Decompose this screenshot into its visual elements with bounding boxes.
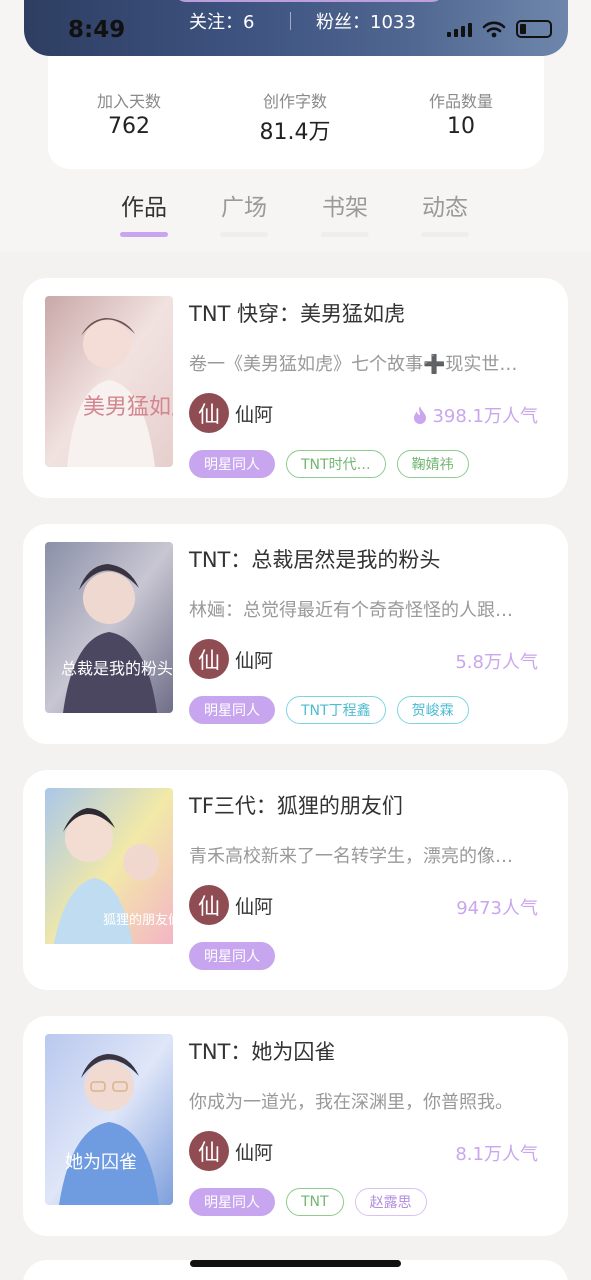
stat-label: 作品数量: [428, 92, 493, 111]
tag-list: 明星同人 TNT 赵露思: [189, 1188, 427, 1216]
tab-bookshelf[interactable]: 书架: [315, 188, 375, 237]
tab-indicator: [321, 232, 369, 237]
avatar[interactable]: 仙: [189, 393, 229, 433]
tag[interactable]: TNT: [286, 1188, 344, 1216]
tag-list: 明星同人 TNT丁程鑫 贺峻霖: [189, 696, 469, 724]
book-title[interactable]: TNT：总裁居然是我的粉头: [189, 544, 440, 574]
tag[interactable]: 明星同人: [189, 696, 275, 724]
book-card[interactable]: 狐狸的朋友们 TF三代：狐狸的朋友们 青禾高校新来了一名转学生，漂亮的像… 仙 …: [23, 770, 568, 990]
flame-icon: [414, 406, 427, 424]
tag[interactable]: 明星同人: [189, 942, 275, 970]
tab-indicator: [421, 232, 469, 237]
stat-join-days: 加入天数 762: [49, 88, 209, 139]
avatar[interactable]: 仙: [189, 885, 229, 925]
tag[interactable]: 贺峻霖: [396, 696, 469, 724]
signal-icon: [447, 21, 472, 37]
book-card[interactable]: 她为囚雀 TNT：她为囚雀 你成为一道光，我在深渊里，你普照我。 仙 仙阿 8.…: [23, 1016, 568, 1236]
cover-title: 美男猛如虎: [83, 395, 173, 420]
popularity: 5.8万人气: [455, 648, 538, 674]
popularity: 8.1万人气: [455, 1140, 538, 1166]
author-name: 仙阿: [235, 895, 274, 918]
wifi-icon: [482, 21, 506, 38]
tag[interactable]: 明星同人: [189, 1188, 275, 1216]
book-cover-image[interactable]: 她为囚雀: [45, 1034, 173, 1205]
popularity-value: 9473人气: [456, 898, 538, 919]
author-info[interactable]: 仙 仙阿: [189, 639, 273, 679]
stat-label: 加入天数: [96, 92, 161, 111]
book-description: 卷一《美男猛如虎》七个故事➕现实世…: [189, 354, 518, 375]
avatar[interactable]: 仙: [189, 1131, 229, 1171]
author-name: 仙阿: [235, 649, 274, 672]
tag-list: 明星同人: [189, 942, 275, 970]
tab-label: 动态: [422, 195, 468, 221]
book-cover-image[interactable]: 狐狸的朋友们: [45, 788, 173, 959]
book-card[interactable]: 总裁是我的粉头 TNT：总裁居然是我的粉头 林婳：总觉得最近有个奇奇怪怪的人跟……: [23, 524, 568, 744]
tag[interactable]: 鞠婧祎: [396, 450, 469, 478]
author-name: 仙阿: [235, 1141, 274, 1164]
tab-label: 广场: [221, 195, 267, 221]
author-info[interactable]: 仙 仙阿: [189, 1131, 273, 1171]
cover-title: 她为囚雀: [65, 1152, 137, 1173]
stat-label: 创作字数: [262, 92, 327, 111]
tab-indicator: [220, 232, 268, 237]
book-description: 林婳：总觉得最近有个奇奇怪怪的人跟…: [189, 600, 513, 621]
status-icons: [447, 20, 552, 38]
author-info[interactable]: 仙 仙阿: [189, 885, 273, 925]
tag[interactable]: TNT时代…: [286, 450, 386, 478]
stat-value: 10: [447, 114, 475, 139]
avatar[interactable]: 仙: [189, 639, 229, 679]
book-card[interactable]: 美男猛如虎 TNT 快穿：美男猛如虎 卷一《美男猛如虎》七个故事➕现实世… 仙 …: [23, 278, 568, 498]
stat-value: 762: [108, 114, 150, 139]
stat-value: 81.4万: [259, 120, 331, 145]
tag-list: 明星同人 TNT时代… 鞠婧祎: [189, 450, 469, 478]
status-time: 8:49: [68, 17, 126, 43]
profile-header-banner: 8:49 关注：6 粉丝：1033: [24, 0, 568, 56]
tab-label: 作品: [121, 195, 167, 221]
tab-label: 书架: [322, 195, 368, 221]
cover-title: 狐狸的朋友们: [103, 912, 173, 928]
tab-works[interactable]: 作品: [114, 188, 174, 237]
tag[interactable]: 赵露思: [354, 1188, 427, 1216]
book-cover-image[interactable]: 美男猛如虎: [45, 296, 173, 467]
tag[interactable]: TNT丁程鑫: [286, 696, 386, 724]
popularity-value: 398.1万人气: [432, 406, 538, 427]
stats-card: 加入天数 762 创作字数 81.4万 作品数量 10: [48, 56, 544, 169]
book-description: 青禾高校新来了一名转学生，漂亮的像…: [189, 846, 513, 867]
battery-icon: [516, 20, 552, 38]
book-title[interactable]: TNT：她为囚雀: [189, 1036, 335, 1066]
author-name: 仙阿: [235, 403, 274, 426]
fans-count[interactable]: 粉丝：1033: [316, 8, 416, 34]
tag[interactable]: 明星同人: [189, 450, 275, 478]
author-info[interactable]: 仙 仙阿: [189, 393, 273, 433]
stat-work-count: 作品数量 10: [381, 88, 541, 139]
cover-title: 总裁是我的粉头: [61, 659, 173, 678]
book-description: 你成为一道光，我在深渊里，你普照我。: [189, 1092, 513, 1113]
follow-count[interactable]: 关注：6: [189, 8, 254, 34]
book-title[interactable]: TNT 快穿：美男猛如虎: [189, 298, 405, 328]
tab-activity[interactable]: 动态: [415, 188, 475, 237]
book-title[interactable]: TF三代：狐狸的朋友们: [189, 790, 403, 820]
divider: [290, 12, 291, 30]
book-cover-image[interactable]: 总裁是我的粉头: [45, 542, 173, 713]
tab-indicator: [120, 232, 168, 237]
stat-word-count: 创作字数 81.4万: [215, 88, 375, 146]
tab-square[interactable]: 广场: [214, 188, 274, 237]
popularity-value: 5.8万人气: [455, 652, 538, 673]
home-indicator[interactable]: [190, 1260, 401, 1267]
popularity: 9473人气: [456, 894, 538, 920]
popularity: 398.1万人气: [412, 402, 538, 428]
popularity-value: 8.1万人气: [455, 1144, 538, 1165]
